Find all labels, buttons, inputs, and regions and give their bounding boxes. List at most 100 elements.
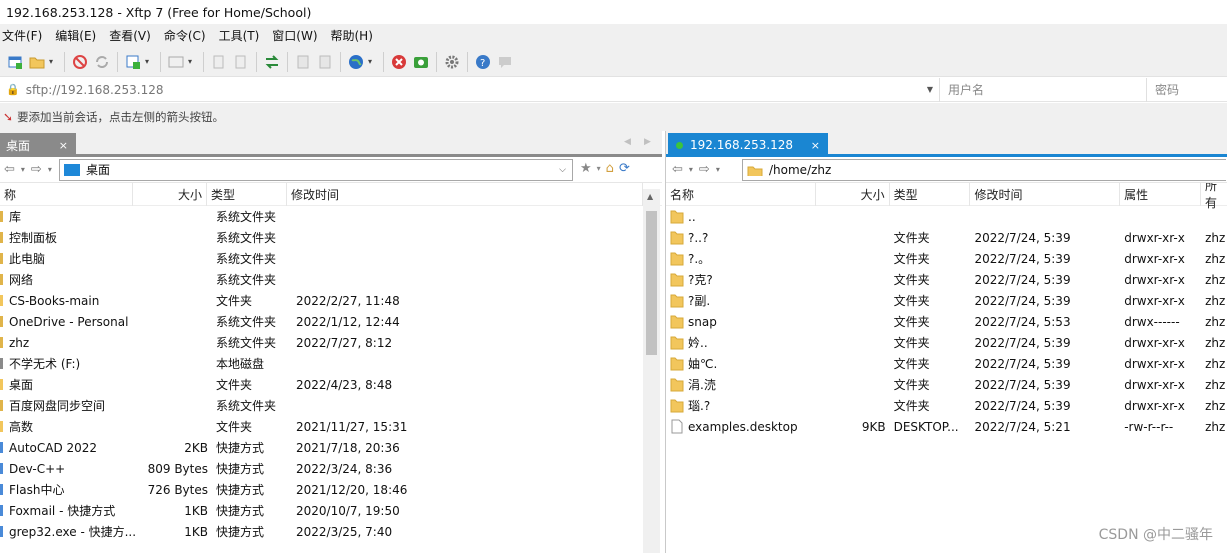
table-row[interactable]: Foxmail - 快捷方式 1KB 快捷方式 2020/10/7, 19:50: [0, 500, 662, 521]
forward-arrow-icon[interactable]: ⇨: [31, 162, 42, 177]
star-icon[interactable]: ★: [580, 161, 592, 176]
table-row[interactable]: ?..? 文件夹 2022/7/24, 5:39 drwxr-xr-x zhz: [666, 227, 1227, 248]
table-row[interactable]: 不学无术 (F:) 本地磁盘: [0, 353, 662, 374]
table-row[interactable]: 妯℃. 文件夹 2022/7/24, 5:39 drwxr-xr-x zhz: [666, 353, 1227, 374]
tab-local-desktop[interactable]: 桌面 ×: [0, 133, 76, 157]
chevron-down-icon[interactable]: ▾: [48, 165, 52, 174]
table-row[interactable]: 控制面板 系统文件夹: [0, 227, 662, 248]
table-row[interactable]: CS-Books-main 文件夹 2022/2/27, 11:48: [0, 290, 662, 311]
table-row[interactable]: 高数 文件夹 2021/11/27, 15:31: [0, 416, 662, 437]
menu-help[interactable]: 帮助(H): [331, 27, 373, 44]
table-row[interactable]: Flash中心 726 Bytes 快捷方式 2021/12/20, 18:46: [0, 479, 662, 500]
gear-icon[interactable]: [443, 53, 461, 71]
menu-edit[interactable]: 编辑(E): [55, 27, 96, 44]
chevron-down-icon[interactable]: ▾: [716, 165, 720, 174]
column-header-owner[interactable]: 所有: [1201, 183, 1227, 210]
column-header-modified[interactable]: 修改时间: [970, 183, 1121, 206]
xshell-icon[interactable]: [390, 53, 408, 71]
table-row[interactable]: 涓.涜 文件夹 2022/7/24, 5:39 drwxr-xr-x zhz: [666, 374, 1227, 395]
file-attributes: drwxr-xr-x: [1124, 230, 1185, 245]
add-bookmark-icon[interactable]: [124, 53, 142, 71]
add-session-arrow-icon[interactable]: ➘: [3, 110, 13, 124]
chevron-down-icon[interactable]: ▾: [21, 165, 25, 174]
local-path-input[interactable]: 桌面 ⌵: [59, 158, 573, 181]
table-row[interactable]: ?副. 文件夹 2022/7/24, 5:39 drwxr-xr-x zhz: [666, 290, 1227, 311]
terminal-icon[interactable]: [167, 53, 185, 71]
chevron-down-icon[interactable]: ▾: [366, 53, 374, 71]
toolbar: ▾ ▾ ▾ ▾ ?: [0, 47, 1227, 77]
chevron-down-icon[interactable]: ▾: [186, 53, 194, 71]
tab-remote-session[interactable]: 192.168.253.128 ×: [668, 133, 828, 157]
column-header-size[interactable]: 大小: [133, 183, 207, 206]
tab-scroll-right-icon[interactable]: ▶: [644, 137, 651, 147]
file-attributes: drwxr-xr-x: [1124, 293, 1185, 308]
new-session-icon[interactable]: [6, 53, 24, 71]
table-row[interactable]: examples.desktop 9KB DESKTOP... 2022/7/24, …: [666, 416, 1227, 437]
file-name: CS-Books-main: [9, 293, 100, 308]
table-row[interactable]: grep32.exe - 快捷方... 1KB 快捷方式 2022/3/25, 7:4…: [0, 521, 662, 542]
menu-view[interactable]: 查看(V): [109, 27, 151, 44]
host-address-input[interactable]: 🔒 sftp://192.168.253.128 ▼: [0, 77, 940, 102]
table-row[interactable]: OneDrive - Personal 系统文件夹 2022/1/12, 12:44: [0, 311, 662, 332]
table-row[interactable]: 此电脑 系统文件夹: [0, 248, 662, 269]
xftp-icon[interactable]: [412, 53, 430, 71]
local-scrollbar[interactable]: ▲: [643, 189, 660, 553]
username-input[interactable]: 用户名: [940, 77, 1147, 102]
help-icon[interactable]: ?: [474, 53, 492, 71]
file-name: Foxmail - 快捷方式: [9, 504, 116, 518]
paste-icon[interactable]: [232, 53, 250, 71]
table-row[interactable]: AutoCAD 2022 2KB 快捷方式 2021/7/18, 20:36: [0, 437, 662, 458]
table-row[interactable]: Dev-C++ 809 Bytes 快捷方式 2022/3/24, 8:36: [0, 458, 662, 479]
column-header-attributes[interactable]: 属性: [1120, 183, 1202, 206]
scroll-up-icon[interactable]: ▲: [647, 192, 653, 201]
column-header-type[interactable]: 类型: [207, 183, 287, 206]
transfer-icon[interactable]: [263, 53, 281, 71]
password-input[interactable]: 密码: [1147, 78, 1227, 102]
table-row[interactable]: ?克? 文件夹 2022/7/24, 5:39 drwxr-xr-x zhz: [666, 269, 1227, 290]
table-row[interactable]: 库 系统文件夹: [0, 206, 662, 227]
forward-arrow-icon[interactable]: ⇨: [699, 162, 710, 177]
table-row[interactable]: 百度网盘同步空间 系统文件夹: [0, 395, 662, 416]
file-icon[interactable]: [294, 53, 312, 71]
menu-command[interactable]: 命令(C): [164, 27, 206, 44]
chevron-down-icon[interactable]: ⌵: [559, 165, 566, 175]
chevron-down-icon[interactable]: ▾: [689, 165, 693, 174]
table-row[interactable]: 妗.. 文件夹 2022/7/24, 5:39 drwxr-xr-x zhz: [666, 332, 1227, 353]
refresh-icon[interactable]: ⟳: [619, 161, 630, 176]
globe-icon[interactable]: [347, 53, 365, 71]
column-header-modified[interactable]: 修改时间: [287, 183, 643, 206]
chevron-down-icon[interactable]: ▾: [47, 53, 55, 71]
file-list-icon[interactable]: [316, 53, 334, 71]
chevron-down-icon[interactable]: ▾: [597, 164, 601, 173]
table-row[interactable]: 瑙.? 文件夹 2022/7/24, 5:39 drwxr-xr-x zhz: [666, 395, 1227, 416]
close-icon[interactable]: ×: [811, 139, 820, 152]
chevron-down-icon[interactable]: ▼: [927, 85, 933, 94]
column-header-size[interactable]: 大小: [816, 183, 890, 206]
disconnect-icon[interactable]: [71, 53, 89, 71]
chat-icon[interactable]: [496, 53, 514, 71]
menu-window[interactable]: 窗口(W): [272, 27, 317, 44]
column-header-name[interactable]: 名称: [666, 183, 816, 206]
chevron-down-icon[interactable]: ▾: [143, 53, 151, 71]
close-icon[interactable]: ×: [59, 139, 68, 152]
reconnect-icon[interactable]: [93, 53, 111, 71]
copy-icon[interactable]: [210, 53, 228, 71]
table-row[interactable]: 网络 系统文件夹: [0, 269, 662, 290]
open-folder-icon[interactable]: [28, 53, 46, 71]
table-row[interactable]: 桌面 文件夹 2022/4/23, 8:48: [0, 374, 662, 395]
table-row[interactable]: ..: [666, 206, 1227, 227]
file-attributes: drwxr-xr-x: [1124, 377, 1185, 392]
home-folder-icon[interactable]: ⌂: [606, 161, 614, 176]
back-arrow-icon[interactable]: ⇦: [672, 162, 683, 177]
back-arrow-icon[interactable]: ⇦: [4, 162, 15, 177]
menu-tools[interactable]: 工具(T): [219, 27, 260, 44]
column-header-name[interactable]: 称: [0, 183, 133, 206]
table-row[interactable]: zhz 系统文件夹 2022/7/27, 8:12: [0, 332, 662, 353]
table-row[interactable]: snap 文件夹 2022/7/24, 5:53 drwx------ zhz: [666, 311, 1227, 332]
table-row[interactable]: ?.。 文件夹 2022/7/24, 5:39 drwxr-xr-x zhz: [666, 248, 1227, 269]
remote-path-input[interactable]: /home/zhz: [742, 158, 1226, 181]
menu-file[interactable]: 文件(F): [2, 27, 42, 44]
column-header-type[interactable]: 类型: [890, 183, 971, 206]
scrollbar-thumb[interactable]: [646, 211, 657, 355]
tab-scroll-left-icon[interactable]: ◀: [624, 137, 631, 147]
